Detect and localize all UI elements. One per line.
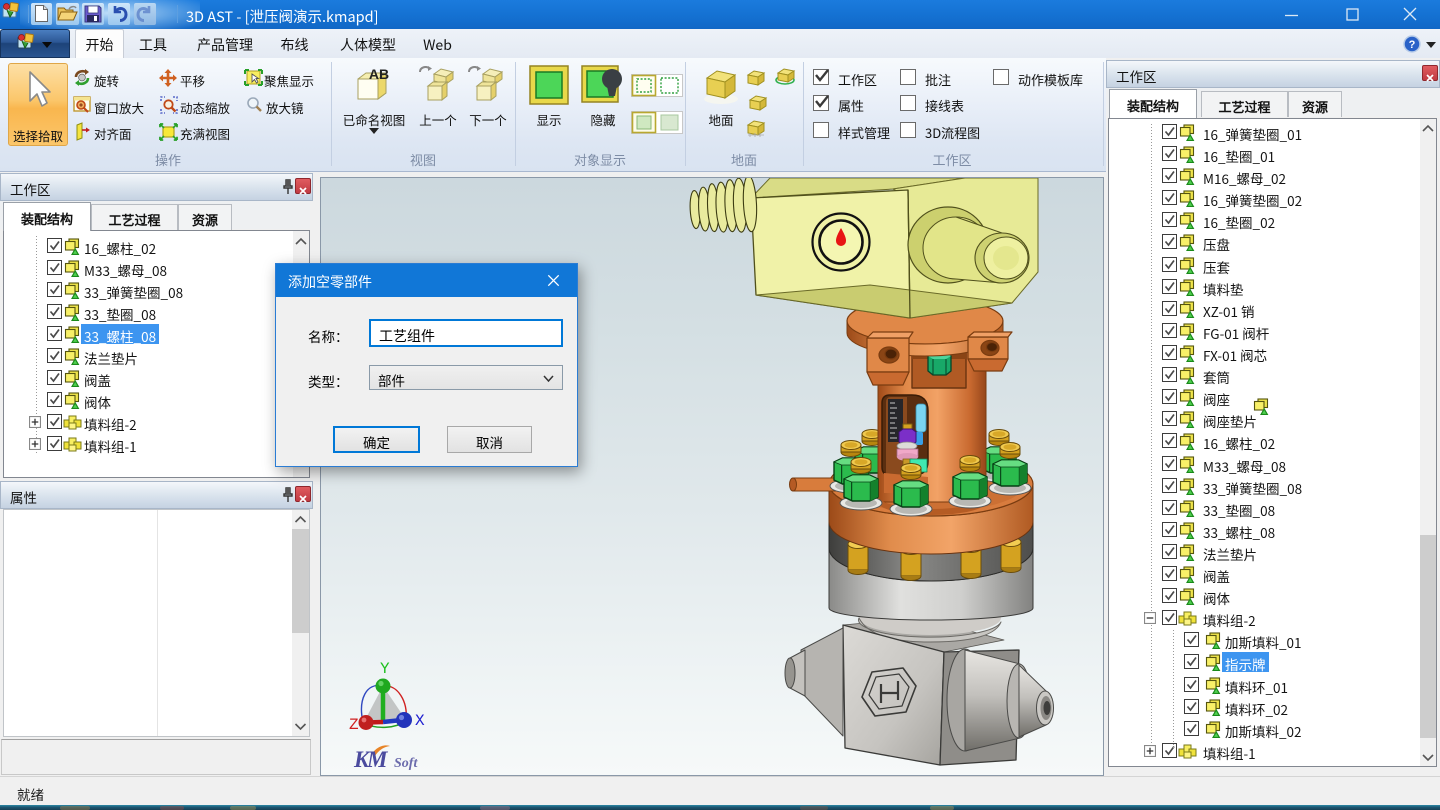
- svg-text:Z: Z: [349, 716, 359, 734]
- svg-text:Soft: Soft: [394, 756, 418, 771]
- svg-text:Y: Y: [380, 660, 390, 678]
- svg-text:M: M: [366, 747, 389, 772]
- svg-text:?: ?: [1409, 39, 1416, 51]
- svg-text:AB: AB: [369, 66, 389, 82]
- svg-text:X: X: [415, 712, 425, 730]
